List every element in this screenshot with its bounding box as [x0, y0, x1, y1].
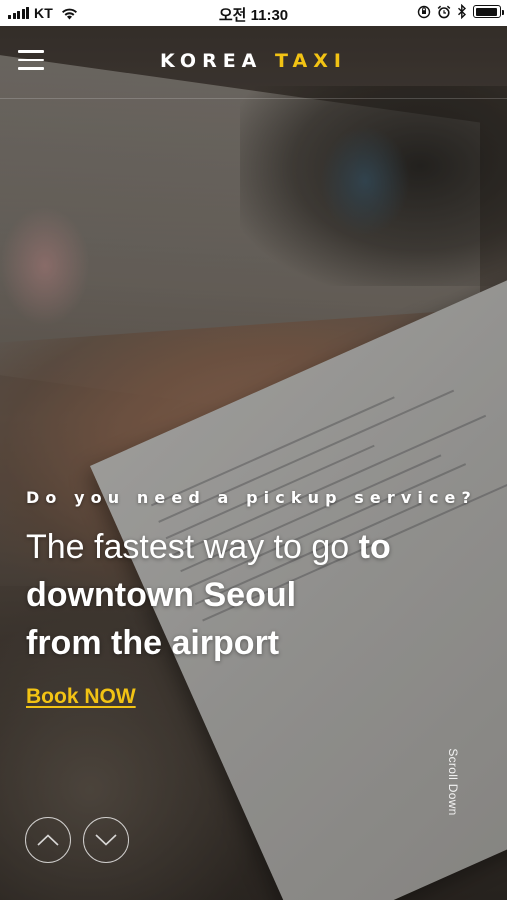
brand-primary: KOREA: [160, 50, 263, 72]
slide-navigation: [25, 817, 129, 863]
status-right: [417, 4, 504, 19]
headline-bold-2: downtown Seoul: [26, 576, 297, 614]
chevron-up-icon[interactable]: [25, 817, 71, 863]
chevron-down-icon[interactable]: [83, 817, 129, 863]
scroll-down-link[interactable]: Scroll Down: [446, 737, 460, 827]
bluetooth-icon: [458, 4, 467, 19]
hero-headline: The fastest way to go to downtown Seoul …: [26, 523, 466, 667]
orientation-lock-icon: [417, 5, 431, 18]
hero-content: Do you need a pickup service? The fastes…: [26, 488, 477, 709]
hero-background: [0, 26, 507, 900]
book-now-link[interactable]: Book NOW: [26, 685, 136, 709]
headline-bold-1: to: [358, 528, 391, 566]
brand-accent: TAXI: [275, 50, 347, 72]
headline-bold-3: from the airport: [26, 624, 280, 662]
battery-icon: [473, 5, 504, 18]
top-navigation: KOREA TAXI: [0, 26, 507, 99]
brand-logo[interactable]: KOREA TAXI: [0, 50, 507, 72]
status-bar: KT 오전 11:30: [0, 0, 507, 26]
hero-eyebrow: Do you need a pickup service?: [26, 488, 477, 507]
headline-light: The fastest way to go: [26, 528, 359, 566]
alarm-icon: [437, 5, 451, 18]
